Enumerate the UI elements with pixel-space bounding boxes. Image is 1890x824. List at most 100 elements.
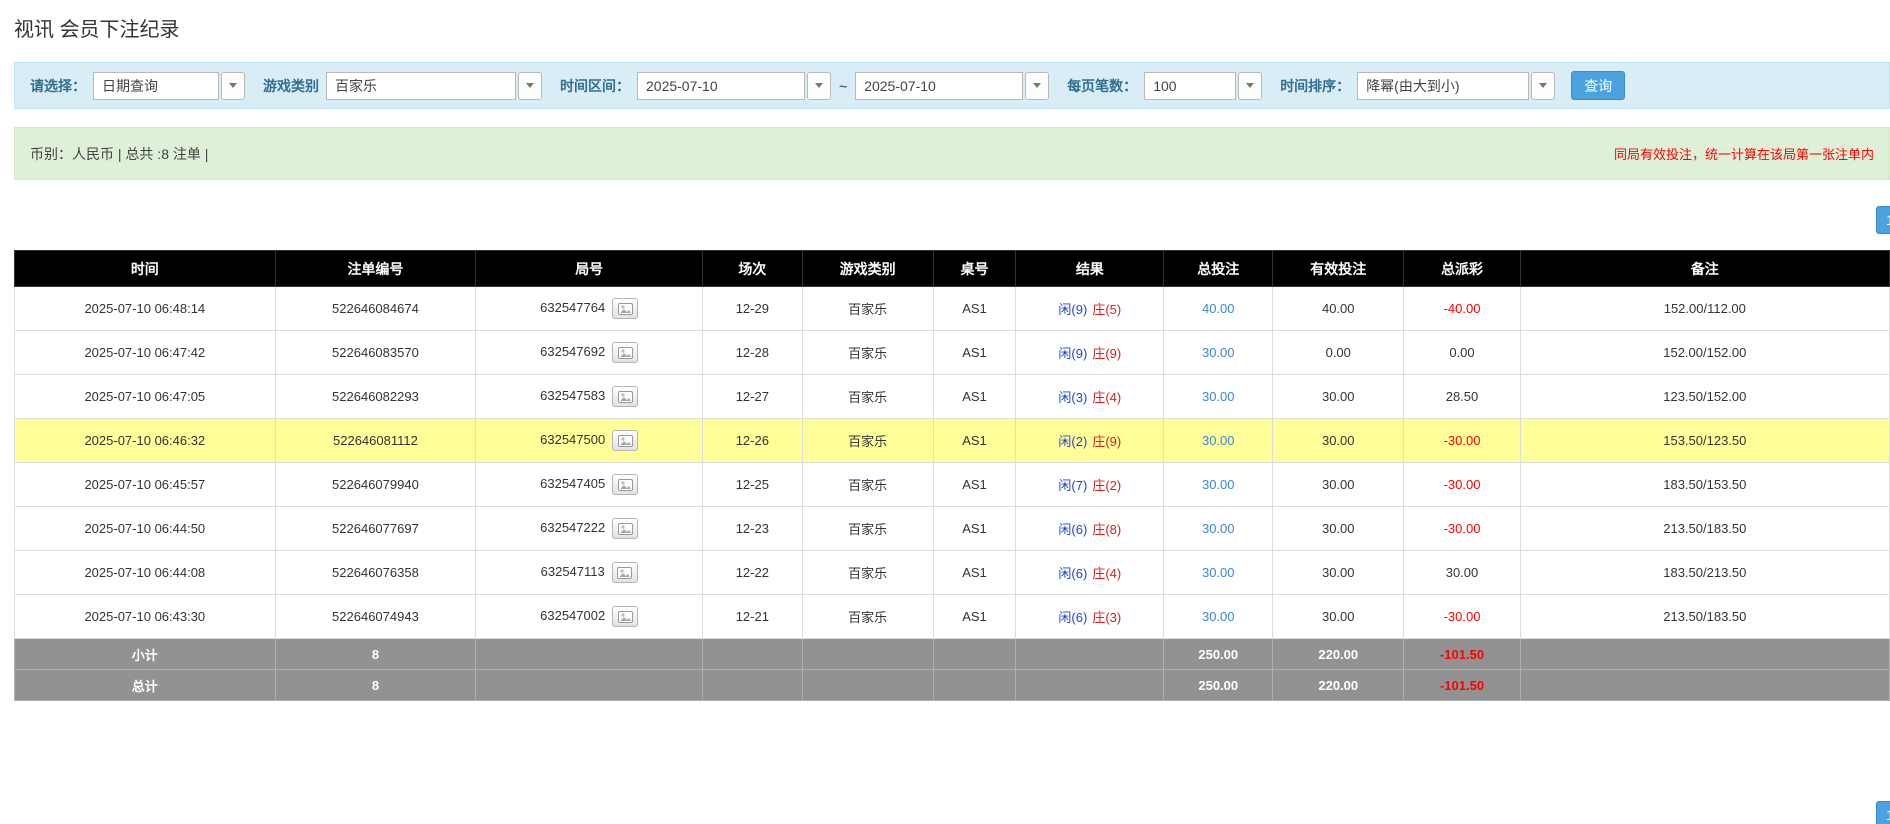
table-row[interactable]: 2025-07-10 06:48:14 522646084674 6325477… [15, 287, 1890, 331]
total-bet-link[interactable]: 30.00 [1202, 389, 1235, 404]
summary-notice: 同局有效投注，统一计算在该局第一张注单内 [1614, 144, 1874, 163]
time-sort-label: 时间排序： [1280, 76, 1350, 96]
cell-time: 2025-07-10 06:46:32 [15, 419, 276, 463]
video-replay-icon[interactable] [612, 342, 638, 363]
summary-bar: 币别：人民币 | 总共 :8 注单 | 同局有效投注，统一计算在该局第一张注单内 [14, 127, 1890, 180]
game-type-combobox [326, 72, 542, 100]
total-valid-bet: 220.00 [1273, 670, 1404, 701]
total-bet-link[interactable]: 30.00 [1202, 521, 1235, 536]
video-replay-icon[interactable] [612, 562, 638, 583]
cell-session: 12-25 [703, 463, 802, 507]
column-header: 注单编号 [275, 251, 476, 287]
cell-game-type: 百家乐 [802, 287, 933, 331]
cell-result: 闲(6)庄(4) [1016, 551, 1164, 595]
game-type-label: 游戏类别 [263, 76, 319, 96]
table-row[interactable]: 2025-07-10 06:47:05 522646082293 6325475… [15, 375, 1890, 419]
cell-round-id: 632547500 [476, 419, 703, 463]
video-replay-icon[interactable] [612, 606, 638, 627]
table-row[interactable]: 2025-07-10 06:44:08 522646076358 6325471… [15, 551, 1890, 595]
time-sort-dropdown-button[interactable] [1531, 72, 1555, 100]
cell-round-id: 632547405 [476, 463, 703, 507]
table-row[interactable]: 2025-07-10 06:46:32 522646081112 6325475… [15, 419, 1890, 463]
total-bet-link[interactable]: 40.00 [1202, 301, 1235, 316]
date-to-input[interactable] [855, 72, 1023, 100]
cell-valid-bet: 30.00 [1273, 595, 1404, 639]
page-size-dropdown-button[interactable] [1238, 72, 1262, 100]
round-id-value: 632547405 [540, 476, 605, 491]
cell-result: 闲(6)庄(3) [1016, 595, 1164, 639]
cell-session: 12-26 [703, 419, 802, 463]
cell-total-bet: 30.00 [1164, 331, 1273, 375]
round-id-value: 632547500 [540, 432, 605, 447]
cell-payout: 30.00 [1404, 551, 1520, 595]
summary-info: 币别：人民币 | 总共 :8 注单 | [30, 144, 208, 164]
cell-valid-bet: 30.00 [1273, 551, 1404, 595]
select-type-input[interactable] [93, 72, 219, 100]
table-row[interactable]: 2025-07-10 06:43:30 522646074943 6325470… [15, 595, 1890, 639]
cell-bet-id: 522646083570 [275, 331, 476, 375]
date-to-combobox [855, 72, 1049, 100]
cell-total-bet: 30.00 [1164, 375, 1273, 419]
total-count: 8 [275, 670, 476, 701]
cell-game-type: 百家乐 [802, 419, 933, 463]
video-replay-icon[interactable] [612, 386, 638, 407]
total-bet-link[interactable]: 30.00 [1202, 565, 1235, 580]
cell-result: 闲(9)庄(9) [1016, 331, 1164, 375]
time-sort-input[interactable] [1357, 72, 1529, 100]
video-replay-icon[interactable] [612, 474, 638, 495]
cell-game-type: 百家乐 [802, 551, 933, 595]
result-banker: 庄(5) [1092, 302, 1121, 317]
chevron-down-icon [1539, 83, 1547, 88]
video-replay-icon[interactable] [612, 298, 638, 319]
cell-result: 闲(6)庄(8) [1016, 507, 1164, 551]
date-from-dropdown-button[interactable] [807, 72, 831, 100]
video-replay-icon[interactable] [612, 518, 638, 539]
round-id-value: 632547764 [540, 300, 605, 315]
video-replay-icon[interactable] [612, 430, 638, 451]
cell-time: 2025-07-10 06:48:14 [15, 287, 276, 331]
cell-session: 12-23 [703, 507, 802, 551]
page-button-1[interactable]: 1 [1876, 206, 1890, 234]
cell-remark: 123.50/152.00 [1520, 375, 1889, 419]
result-player: 闲(9) [1058, 302, 1087, 317]
table-row[interactable]: 2025-07-10 06:44:50 522646077697 6325472… [15, 507, 1890, 551]
cell-valid-bet: 30.00 [1273, 419, 1404, 463]
total-bet-link[interactable]: 30.00 [1202, 345, 1235, 360]
page-size-combobox [1144, 72, 1262, 100]
cell-table-no: AS1 [933, 595, 1016, 639]
total-bet-link[interactable]: 30.00 [1202, 433, 1235, 448]
page-size-input[interactable] [1144, 72, 1236, 100]
cell-round-id: 632547583 [476, 375, 703, 419]
result-player: 闲(3) [1058, 390, 1087, 405]
select-type-dropdown-button[interactable] [221, 72, 245, 100]
total-bet-link[interactable]: 30.00 [1202, 609, 1235, 624]
game-type-input[interactable] [326, 72, 516, 100]
query-button[interactable]: 查询 [1571, 71, 1625, 100]
total-bet-link[interactable]: 30.00 [1202, 477, 1235, 492]
column-header: 场次 [703, 251, 802, 287]
page-root: 视讯 会员下注纪录 请选择： 游戏类别 时间区间： ~ 每页笔数： 时间排序： [0, 16, 1890, 824]
cell-remark: 213.50/183.50 [1520, 595, 1889, 639]
cell-result: 闲(3)庄(4) [1016, 375, 1164, 419]
cell-time: 2025-07-10 06:44:08 [15, 551, 276, 595]
cell-valid-bet: 30.00 [1273, 375, 1404, 419]
result-player: 闲(9) [1058, 346, 1087, 361]
table-row[interactable]: 2025-07-10 06:45:57 522646079940 6325474… [15, 463, 1890, 507]
table-row[interactable]: 2025-07-10 06:47:42 522646083570 6325476… [15, 331, 1890, 375]
cell-bet-id: 522646082293 [275, 375, 476, 419]
subtotal-count: 8 [275, 639, 476, 670]
chevron-down-icon [229, 83, 237, 88]
cell-bet-id: 522646079940 [275, 463, 476, 507]
result-player: 闲(2) [1058, 434, 1087, 449]
date-from-input[interactable] [637, 72, 805, 100]
date-to-dropdown-button[interactable] [1025, 72, 1049, 100]
result-banker: 庄(3) [1092, 610, 1121, 625]
cell-valid-bet: 0.00 [1273, 331, 1404, 375]
page-button-1[interactable]: 1 [1876, 801, 1890, 824]
cell-payout: -30.00 [1404, 419, 1520, 463]
column-header: 有效投注 [1273, 251, 1404, 287]
cell-round-id: 632547222 [476, 507, 703, 551]
game-type-dropdown-button[interactable] [518, 72, 542, 100]
cell-valid-bet: 30.00 [1273, 463, 1404, 507]
cell-time: 2025-07-10 06:44:50 [15, 507, 276, 551]
